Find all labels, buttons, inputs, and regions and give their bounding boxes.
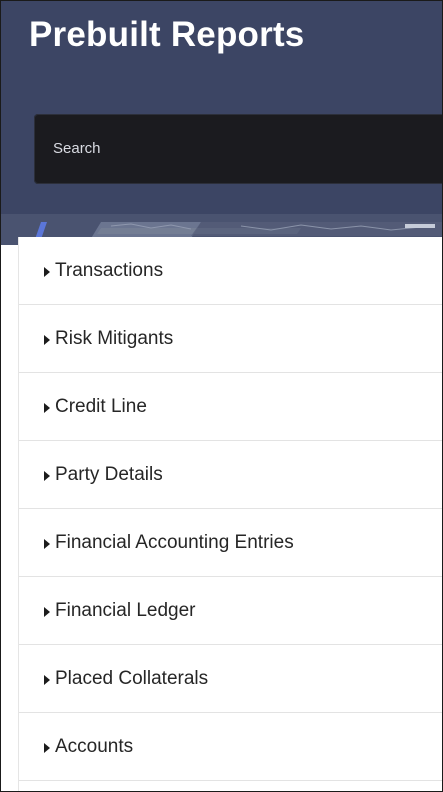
caret-right-icon xyxy=(44,402,50,413)
report-item-financial-accounting-entries[interactable]: Financial Accounting Entries xyxy=(19,509,442,577)
caret-right-icon xyxy=(44,266,50,277)
search-input[interactable]: Search xyxy=(34,114,442,184)
caret-right-icon xyxy=(44,606,50,617)
report-item-credit-line[interactable]: Credit Line xyxy=(19,373,442,441)
report-item-label: Credit Line xyxy=(55,395,147,417)
report-item-label: Financial Ledger xyxy=(55,599,196,621)
prebuilt-reports-panel: Prebuilt Reports Search Transactions Ris… xyxy=(0,0,443,792)
caret-right-icon xyxy=(44,674,50,685)
report-item-label: Transactions xyxy=(55,259,164,281)
report-item-label: Party Details xyxy=(55,463,163,485)
caret-right-icon xyxy=(44,742,50,753)
report-item-label: Financial Accounting Entries xyxy=(55,531,294,553)
report-list: Transactions Risk Mitigants Credit Line … xyxy=(19,237,442,791)
caret-right-icon xyxy=(44,538,50,549)
report-item-transactions[interactable]: Transactions xyxy=(19,237,442,305)
report-item-financial-ledger[interactable]: Financial Ledger xyxy=(19,577,442,645)
report-item-label: Risk Mitigants xyxy=(55,327,174,349)
report-item-party-details[interactable]: Party Details xyxy=(19,441,442,509)
report-item-label: Accounts xyxy=(55,735,134,757)
report-item-placed-collaterals[interactable]: Placed Collaterals xyxy=(19,645,442,713)
caret-right-icon xyxy=(44,470,50,481)
page-title: Prebuilt Reports xyxy=(29,15,305,54)
header-banner: Prebuilt Reports Search xyxy=(1,1,442,245)
report-item-risk-mitigants[interactable]: Risk Mitigants xyxy=(19,305,442,373)
report-item-label: Placed Collaterals xyxy=(55,667,209,689)
search-placeholder: Search xyxy=(53,140,101,157)
report-item-accounts[interactable]: Accounts xyxy=(19,713,442,781)
caret-right-icon xyxy=(44,334,50,345)
